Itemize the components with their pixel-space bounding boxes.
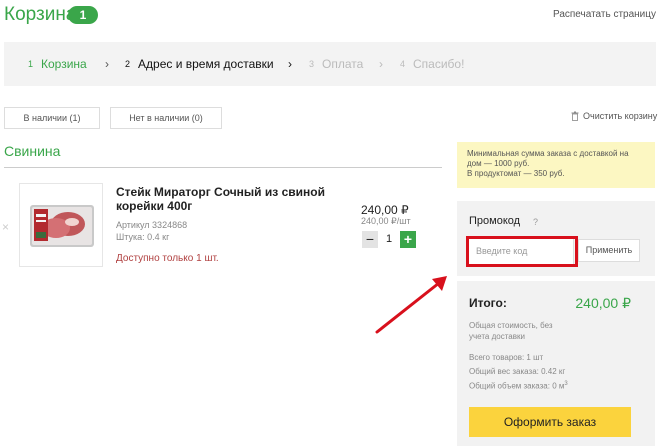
total-label: Итого: xyxy=(469,296,507,310)
total-value: 240,00 ₽ xyxy=(575,295,631,311)
step-label: Корзина xyxy=(41,57,87,71)
step-delivery: 2 Адрес и время доставки xyxy=(125,42,274,86)
step-number: 1 xyxy=(28,59,34,69)
filter-in-stock-button[interactable]: В наличии (1) xyxy=(4,107,100,129)
print-page-link[interactable]: Распечатать страницу xyxy=(553,9,656,20)
step-label: Спасибо! xyxy=(413,57,465,71)
notice-line: В продуктомат — 350 руб. xyxy=(467,169,565,178)
clear-cart-button[interactable]: Очистить корзину xyxy=(571,111,657,121)
product-image[interactable] xyxy=(19,183,103,267)
chevron-right-icon: › xyxy=(379,57,383,71)
cart-count-badge: 1 xyxy=(68,6,98,24)
volume-exponent: 3 xyxy=(564,381,568,387)
step-label: Адрес и время доставки xyxy=(138,57,274,71)
order-volume: Общий объем заказа: 0 м3 xyxy=(469,381,568,391)
promo-code-input[interactable]: Введите код xyxy=(467,236,574,267)
remove-item-icon[interactable]: × xyxy=(2,220,9,234)
page-title: Корзина xyxy=(4,4,77,25)
step-number: 3 xyxy=(309,59,315,69)
trash-icon xyxy=(571,111,579,121)
checkout-button[interactable]: Оформить заказ xyxy=(469,407,631,437)
product-name-link[interactable]: Стейк Мираторг Сочный из свиной корейки … xyxy=(116,185,356,213)
checkout-steps: 1 Корзина › 2 Адрес и время доставки › 3… xyxy=(4,42,656,86)
order-weight: Общий вес заказа: 0.42 кг xyxy=(469,367,566,376)
order-volume-text: Общий объем заказа: 0 м xyxy=(469,381,565,391)
quantity-decrease-button[interactable]: − xyxy=(362,231,378,248)
notice-line: Минимальная сумма заказа с доставкой на xyxy=(467,149,629,158)
notice-line: дом — 1000 руб. xyxy=(467,159,530,168)
step-payment: 3 Оплата xyxy=(309,42,363,86)
total-description: Общая стоимость, без учета доставки xyxy=(469,321,553,341)
quantity-increase-button[interactable]: + xyxy=(400,231,416,248)
promo-panel: Промокод ? Введите код Применить xyxy=(457,201,655,276)
apply-promo-button[interactable]: Применить xyxy=(578,239,640,262)
help-icon[interactable]: ? xyxy=(533,217,538,227)
step-label: Оплата xyxy=(322,57,364,71)
divider xyxy=(4,167,442,168)
promo-title: Промокод xyxy=(469,215,521,227)
product-article: Артикул 3324868 xyxy=(116,220,188,230)
availability-note: Доступно только 1 шт. xyxy=(116,253,219,264)
step-cart[interactable]: 1 Корзина xyxy=(28,42,87,86)
product-weight: Штука: 0.4 кг xyxy=(116,232,170,242)
min-order-notice: Минимальная сумма заказа с доставкой на … xyxy=(457,142,655,188)
chevron-right-icon: › xyxy=(105,57,109,71)
quantity-value[interactable]: 1 xyxy=(384,231,394,248)
step-thanks: 4 Спасибо! xyxy=(400,42,464,86)
clear-cart-label: Очистить корзину xyxy=(583,111,658,121)
filter-out-of-stock-button[interactable]: Нет в наличии (0) xyxy=(110,107,222,129)
items-count: Всего товаров: 1 шт xyxy=(469,353,544,362)
step-number: 2 xyxy=(125,59,131,69)
step-number: 4 xyxy=(400,59,406,69)
order-summary: Итого: 240,00 ₽ Общая стоимость, без уче… xyxy=(457,281,655,446)
item-unit-price: 240,00 ₽/шт xyxy=(361,216,411,226)
category-title: Свинина xyxy=(4,143,61,159)
item-price: 240,00 ₽ xyxy=(361,203,409,217)
chevron-right-icon: › xyxy=(288,57,292,71)
